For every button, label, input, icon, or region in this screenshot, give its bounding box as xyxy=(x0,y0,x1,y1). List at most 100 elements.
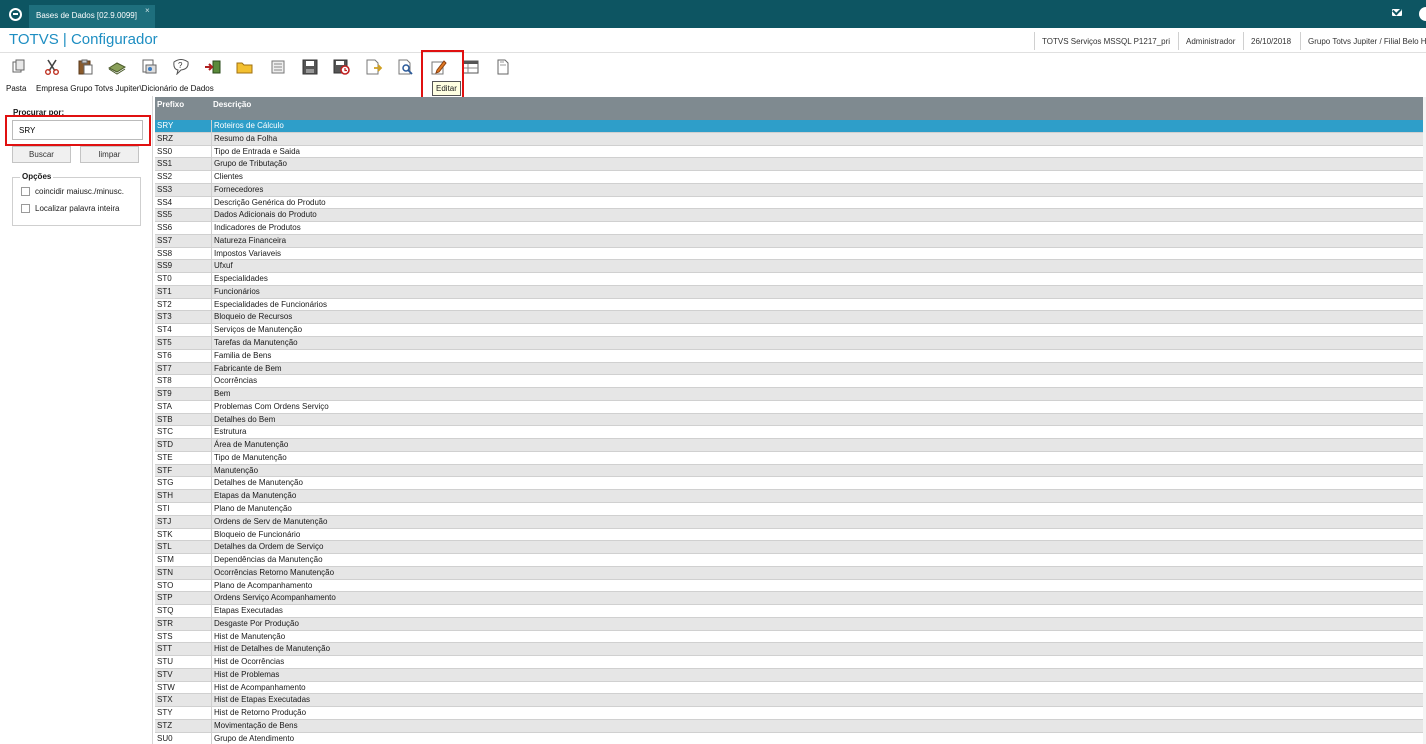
table-row[interactable]: STZ Movimentação de Bens xyxy=(155,719,1424,733)
breadcrumb-root[interactable]: Pasta xyxy=(6,84,26,93)
table-row[interactable]: SS3 Fornecedores xyxy=(155,183,1424,197)
cell-description: Hist de Acompanhamento xyxy=(214,682,306,692)
table-row[interactable]: STY Hist de Retorno Produção xyxy=(155,707,1424,720)
table-row[interactable]: STE Tipo de Manutenção xyxy=(155,451,1424,465)
table-row[interactable]: STO Plano de Acompanhamento xyxy=(155,579,1424,593)
table-row[interactable]: STU Hist de Ocorrências xyxy=(155,656,1424,669)
folder-icon[interactable] xyxy=(234,56,256,78)
paste-icon[interactable] xyxy=(74,56,96,78)
cell-description: Dados Adicionais do Produto xyxy=(214,210,317,220)
data-table: Prefixo Descrição SRY Roteiros de Cálculo… xyxy=(155,97,1424,744)
table-row[interactable]: SS6 Indicadores de Produtos xyxy=(155,222,1424,235)
cell-description: Movimentação de Bens xyxy=(214,720,298,730)
table-row[interactable]: STC Estrutura xyxy=(155,426,1424,440)
totvs-logo-icon[interactable] xyxy=(9,8,22,21)
exit-icon[interactable] xyxy=(202,56,224,78)
table-row[interactable]: SS0 Tipo de Entrada e Saida xyxy=(155,145,1424,159)
date-info: 26/10/2018 xyxy=(1251,37,1292,46)
search-document-icon[interactable] xyxy=(395,56,417,78)
table-row[interactable]: STS Hist de Manutenção xyxy=(155,630,1424,644)
table-row[interactable]: STH Etapas da Manutenção xyxy=(155,490,1424,503)
column-header-prefix[interactable]: Prefixo xyxy=(157,100,184,109)
checkbox[interactable] xyxy=(21,187,30,196)
table-row[interactable]: SRY Roteiros de Cálculo xyxy=(155,120,1424,133)
cell-prefix: STF xyxy=(157,465,173,475)
table-row[interactable]: STX Hist de Etapas Executadas xyxy=(155,694,1424,708)
table-row[interactable]: SS1 Grupo de Tributação xyxy=(155,158,1424,172)
option-whole-word[interactable]: Localizar palavra inteira xyxy=(21,204,120,213)
cell-description: Dependências da Manutenção xyxy=(214,555,323,565)
table-row[interactable]: STJ Ordens de Serv de Manutenção xyxy=(155,515,1424,529)
cell-prefix: ST4 xyxy=(157,325,172,335)
table-row[interactable]: STD Área de Manutenção xyxy=(155,439,1424,452)
cell-description: Grupo de Tributação xyxy=(214,159,287,169)
table-row[interactable]: STP Ordens Serviço Acompanhamento xyxy=(155,592,1424,606)
cell-description: Ocorrências Retorno Manutenção xyxy=(214,567,335,577)
document-icon[interactable] xyxy=(492,56,514,78)
cell-prefix: SS6 xyxy=(157,223,173,233)
table-row[interactable]: STR Desgaste Por Produção xyxy=(155,617,1424,631)
cell-prefix: STG xyxy=(157,478,174,488)
clear-button[interactable]: limpar xyxy=(80,146,139,163)
save-icon[interactable] xyxy=(299,56,321,78)
table-row[interactable]: SS8 Impostos Variaveis xyxy=(155,247,1424,261)
table-row[interactable]: STT Hist de Detalhes de Manutenção xyxy=(155,643,1424,657)
table-row[interactable]: ST3 Bloqueio de Recursos xyxy=(155,311,1424,325)
search-button[interactable]: Buscar xyxy=(12,146,71,163)
breadcrumb-path[interactable]: Empresa Grupo Totvs Jupiter\Dicionário d… xyxy=(36,84,214,93)
table-row[interactable]: STL Detalhes da Ordem de Serviço xyxy=(155,541,1424,555)
table-row[interactable]: ST0 Especialidades xyxy=(155,273,1424,286)
table-row[interactable]: ST1 Funcionários xyxy=(155,285,1424,299)
cell-prefix: SRY xyxy=(157,121,174,130)
help-icon[interactable]: ? xyxy=(170,56,192,78)
cell-description: Plano de Manutenção xyxy=(214,503,292,513)
table-row[interactable]: ST7 Fabricante de Bem xyxy=(155,362,1424,376)
user-menu-icon[interactable] xyxy=(1419,7,1426,21)
option-match-case[interactable]: coincidir maiusc./minusc. xyxy=(21,187,124,196)
table-row[interactable]: SS9 Ufxuf xyxy=(155,260,1424,274)
list-icon[interactable] xyxy=(267,56,289,78)
table-row[interactable]: STA Problemas Com Ordens Serviço xyxy=(155,400,1424,414)
table-row[interactable]: ST6 Familia de Bens xyxy=(155,349,1424,363)
checkbox[interactable] xyxy=(21,204,30,213)
table-row[interactable]: STB Detalhes do Bem xyxy=(155,413,1424,427)
mail-icon[interactable] xyxy=(1392,9,1402,16)
table-row[interactable]: STI Plano de Manutenção xyxy=(155,502,1424,516)
separator xyxy=(1178,32,1179,50)
table-row[interactable]: SU0 Grupo de Atendimento xyxy=(155,732,1424,744)
table-row[interactable]: STV Hist de Problemas xyxy=(155,668,1424,682)
table-row[interactable]: ST4 Serviços de Manutenção xyxy=(155,324,1424,338)
add-document-icon[interactable] xyxy=(363,56,385,78)
table-row[interactable]: STG Detalhes de Manutenção xyxy=(155,477,1424,491)
cell-prefix: ST1 xyxy=(157,286,172,296)
table-row[interactable]: STK Bloqueio de Funcionário xyxy=(155,528,1424,542)
table-row[interactable]: ST8 Ocorrências xyxy=(155,375,1424,389)
table-row[interactable]: SS7 Natureza Financeira xyxy=(155,234,1424,248)
cell-description: Ordens Serviço Acompanhamento xyxy=(214,593,336,603)
cell-prefix: STQ xyxy=(157,606,174,616)
table-row[interactable]: ST5 Tarefas da Manutenção xyxy=(155,337,1424,350)
cut-icon[interactable] xyxy=(41,56,63,78)
cell-description: Detalhes da Ordem de Serviço xyxy=(214,542,324,552)
table-row[interactable]: STM Dependências da Manutenção xyxy=(155,554,1424,567)
table-row[interactable]: ST2 Especialidades de Funcionários xyxy=(155,298,1424,312)
table-row[interactable]: STN Ocorrências Retorno Manutenção xyxy=(155,566,1424,580)
cell-description: Etapas da Manutenção xyxy=(214,491,297,501)
tab-close-icon[interactable]: × xyxy=(145,6,150,15)
book-icon[interactable] xyxy=(106,56,128,78)
cell-prefix: SS0 xyxy=(157,146,173,156)
table-row[interactable]: SS4 Descrição Genérica do Produto xyxy=(155,196,1424,210)
tab-bases-de-dados[interactable]: Bases de Dados [02.9.0099] xyxy=(29,5,155,28)
print-preview-icon[interactable] xyxy=(138,56,160,78)
column-header-description[interactable]: Descrição xyxy=(213,100,251,109)
table-row[interactable]: SRZ Resumo da Folha xyxy=(155,132,1424,146)
table-row[interactable]: STQ Etapas Executadas xyxy=(155,605,1424,618)
table-row[interactable]: STF Manutenção xyxy=(155,464,1424,478)
table-row[interactable]: ST9 Bem xyxy=(155,388,1424,401)
save-close-icon[interactable] xyxy=(331,56,353,78)
table-row[interactable]: STW Hist de Acompanhamento xyxy=(155,681,1424,695)
table-row[interactable]: SS2 Clientes xyxy=(155,171,1424,184)
cell-description: Hist de Problemas xyxy=(214,669,280,679)
table-row[interactable]: SS5 Dados Adicionais do Produto xyxy=(155,209,1424,223)
copy-icon[interactable] xyxy=(8,56,30,78)
